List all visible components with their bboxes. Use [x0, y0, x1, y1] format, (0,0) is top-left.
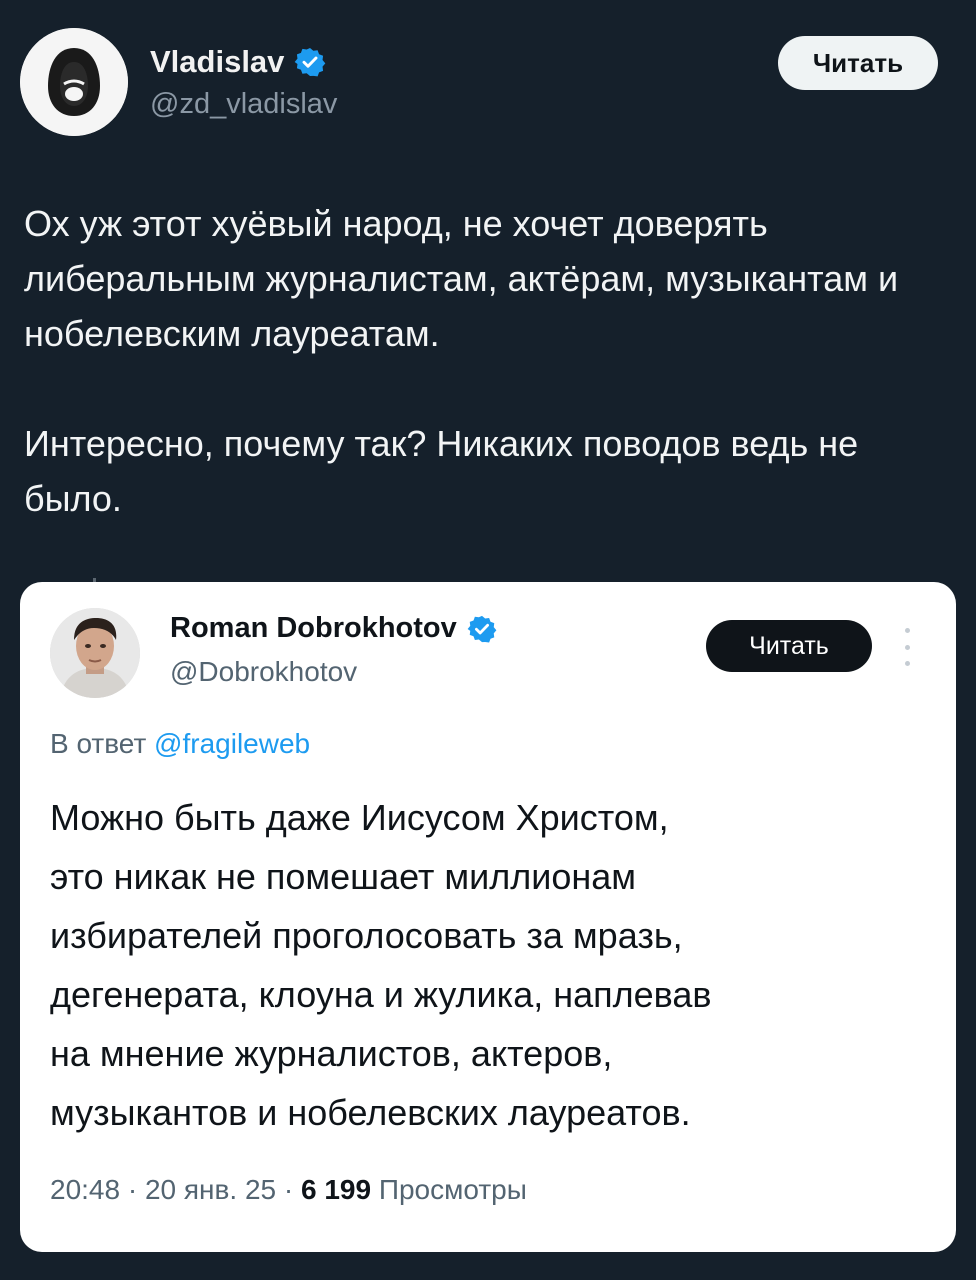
- more-options-icon[interactable]: [902, 628, 912, 666]
- quoted-author-name[interactable]: Roman Dobrokhotov: [170, 612, 457, 645]
- reply-handle-link[interactable]: @fragileweb: [154, 728, 310, 759]
- tweet-time[interactable]: 20:48: [50, 1174, 120, 1205]
- avatar[interactable]: [20, 28, 128, 136]
- verified-badge-icon: [467, 614, 497, 644]
- text-line: Можно быть даже Иисусом Христом,: [50, 797, 669, 838]
- hacker-avatar-icon: [20, 28, 128, 136]
- author-name[interactable]: Vladislav: [150, 44, 284, 80]
- author-handle[interactable]: @zd_vladislav: [150, 88, 337, 121]
- quoted-tweet-text: Можно быть даже Иисусом Христом, это ник…: [50, 788, 930, 1142]
- follow-button[interactable]: Читать: [706, 620, 872, 672]
- avatar[interactable]: [50, 608, 140, 698]
- text-line: музыкантов и нобелевских лауреатов.: [50, 1092, 691, 1133]
- text-line: на мнение журналистов, актеров,: [50, 1033, 613, 1074]
- meta-separator: ·: [283, 1174, 301, 1205]
- quoted-tweet-card[interactable]: Roman Dobrokhotov @Dobrokhotov Читать В …: [20, 582, 956, 1252]
- quoted-author-name-row: Roman Dobrokhotov: [170, 612, 497, 645]
- reply-prefix: В ответ: [50, 728, 147, 759]
- tweet-meta: 20:48 · 20 янв. 25 · 6 199 Просмотры: [50, 1174, 527, 1206]
- quoted-author-handle[interactable]: @Dobrokhotov: [170, 656, 357, 688]
- tweet-date[interactable]: 20 янв. 25: [145, 1174, 276, 1205]
- text-line: дегенерата, клоуна и жулика, наплевав: [50, 974, 712, 1015]
- tweet-text: Ох уж этот хуёвый народ, не хочет доверя…: [24, 196, 964, 526]
- text-line: это никак не помешает миллионам: [50, 856, 637, 897]
- tweet-paragraph: Интересно, почему так? Никаких поводов в…: [24, 423, 859, 519]
- reply-context: В ответ @fragileweb: [50, 728, 310, 760]
- follow-button[interactable]: Читать: [778, 36, 938, 90]
- text-line: избирателей проголосовать за мразь,: [50, 915, 683, 956]
- author-name-row: Vladislav: [150, 44, 326, 80]
- meta-separator: ·: [127, 1174, 145, 1205]
- verified-badge-icon: [294, 46, 326, 78]
- tweet-paragraph: Ох уж этот хуёвый народ, не хочет доверя…: [24, 203, 899, 354]
- views-count: 6 199: [301, 1174, 372, 1205]
- views-label: Просмотры: [378, 1174, 527, 1205]
- person-avatar-icon: [50, 608, 140, 698]
